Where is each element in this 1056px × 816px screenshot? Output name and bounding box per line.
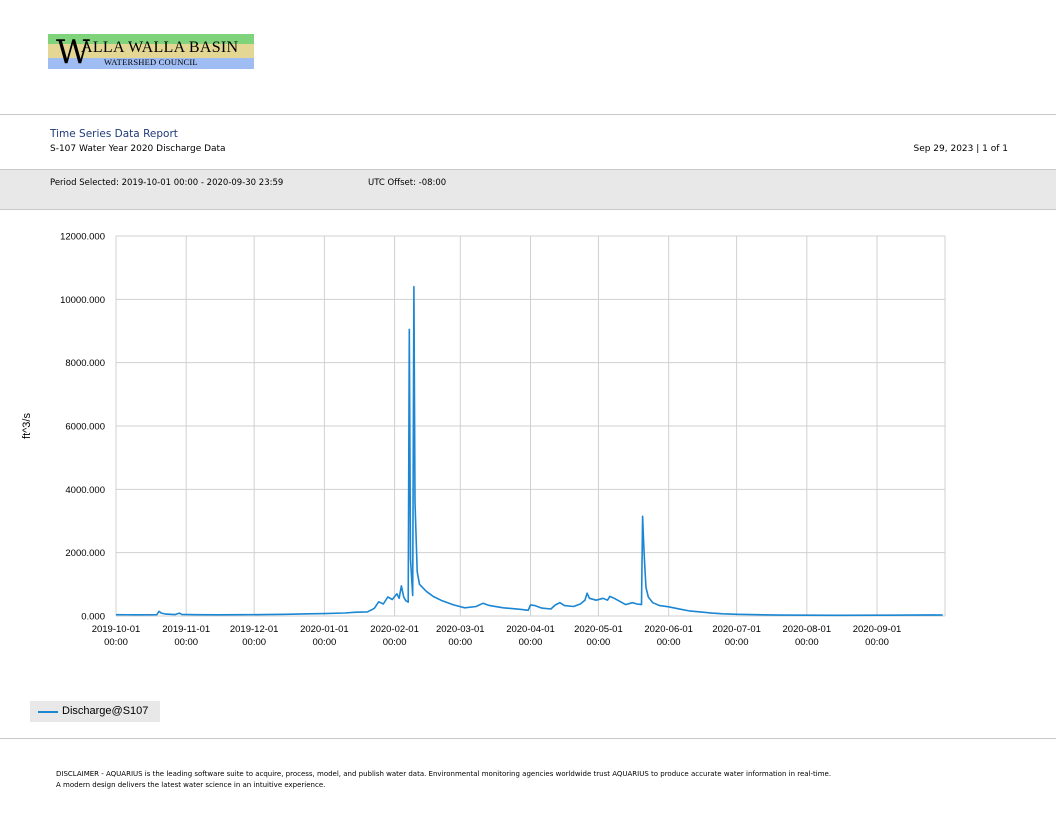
y-tick-label: 10000.000 <box>60 295 105 306</box>
x-tick-time-label: 00:00 <box>865 637 889 648</box>
x-tick-time-label: 00:00 <box>519 637 543 648</box>
chart-legend: Discharge@S107 <box>30 701 160 722</box>
period-bar: Period Selected: 2019-10-01 00:00 - 2020… <box>0 169 1056 210</box>
legend-swatch <box>38 711 58 713</box>
x-tick-label: 2020-05-01 <box>574 624 623 635</box>
utc-offset: UTC Offset: -08:00 <box>368 178 447 188</box>
report-title: Time Series Data Report <box>50 128 178 140</box>
x-tick-label: 2020-03-01 <box>436 624 485 635</box>
series-line-discharge <box>115 285 943 617</box>
y-tick-label: 2000.000 <box>65 548 105 559</box>
x-tick-label: 2020-07-01 <box>712 624 761 635</box>
header-divider <box>0 114 1056 115</box>
x-tick-label: 2020-06-01 <box>644 624 693 635</box>
x-tick-time-label: 00:00 <box>312 637 336 648</box>
legend-label: Discharge@S107 <box>62 705 149 717</box>
x-tick-label: 2019-12-01 <box>230 624 279 635</box>
x-tick-label: 2020-09-01 <box>853 624 902 635</box>
period-selected: Period Selected: 2019-10-01 00:00 - 2020… <box>50 178 284 188</box>
x-tick-time-label: 00:00 <box>657 637 681 648</box>
y-tick-label: 12000.000 <box>60 232 105 243</box>
y-tick-label: 4000.000 <box>65 485 105 496</box>
x-tick-time-label: 00:00 <box>587 637 611 648</box>
y-tick-label: 0.000 <box>81 612 105 623</box>
y-tick-label: 8000.000 <box>65 358 105 369</box>
x-tick-time-label: 00:00 <box>104 637 128 648</box>
footer-divider <box>0 738 1056 739</box>
watershed-council-logo: W ALLA WALLA BASIN WATERSHED COUNCIL <box>48 34 254 69</box>
logo-subtitle: WATERSHED COUNCIL <box>104 57 198 67</box>
report-subtitle: S-107 Water Year 2020 Discharge Data <box>50 144 226 154</box>
x-tick-label: 2020-04-01 <box>506 624 555 635</box>
x-tick-time-label: 00:00 <box>725 637 749 648</box>
x-tick-time-label: 00:00 <box>383 637 407 648</box>
x-tick-label: 2019-10-01 <box>92 624 141 635</box>
x-tick-time-label: 00:00 <box>174 637 198 648</box>
x-tick-time-label: 00:00 <box>448 637 472 648</box>
x-tick-label: 2020-01-01 <box>300 624 349 635</box>
x-tick-label: 2020-02-01 <box>370 624 419 635</box>
y-axis-label: ft^3/s <box>21 413 33 439</box>
x-tick-label: 2019-11-01 <box>162 624 210 635</box>
y-tick-label: 6000.000 <box>65 422 105 433</box>
report-date-page: Sep 29, 2023 | 1 of 1 <box>913 144 1008 154</box>
x-tick-label: 2020-08-01 <box>783 624 832 635</box>
disclaimer-text: DISCLAIMER - AQUARIUS is the leading sof… <box>56 770 832 789</box>
discharge-chart: 0.000 2000.000 4000.000 6000.000 8000.000 100… <box>21 232 946 648</box>
logo-title: ALLA WALLA BASIN <box>81 39 239 56</box>
x-tick-time-label: 00:00 <box>795 637 819 648</box>
x-tick-time-label: 00:00 <box>242 637 266 648</box>
